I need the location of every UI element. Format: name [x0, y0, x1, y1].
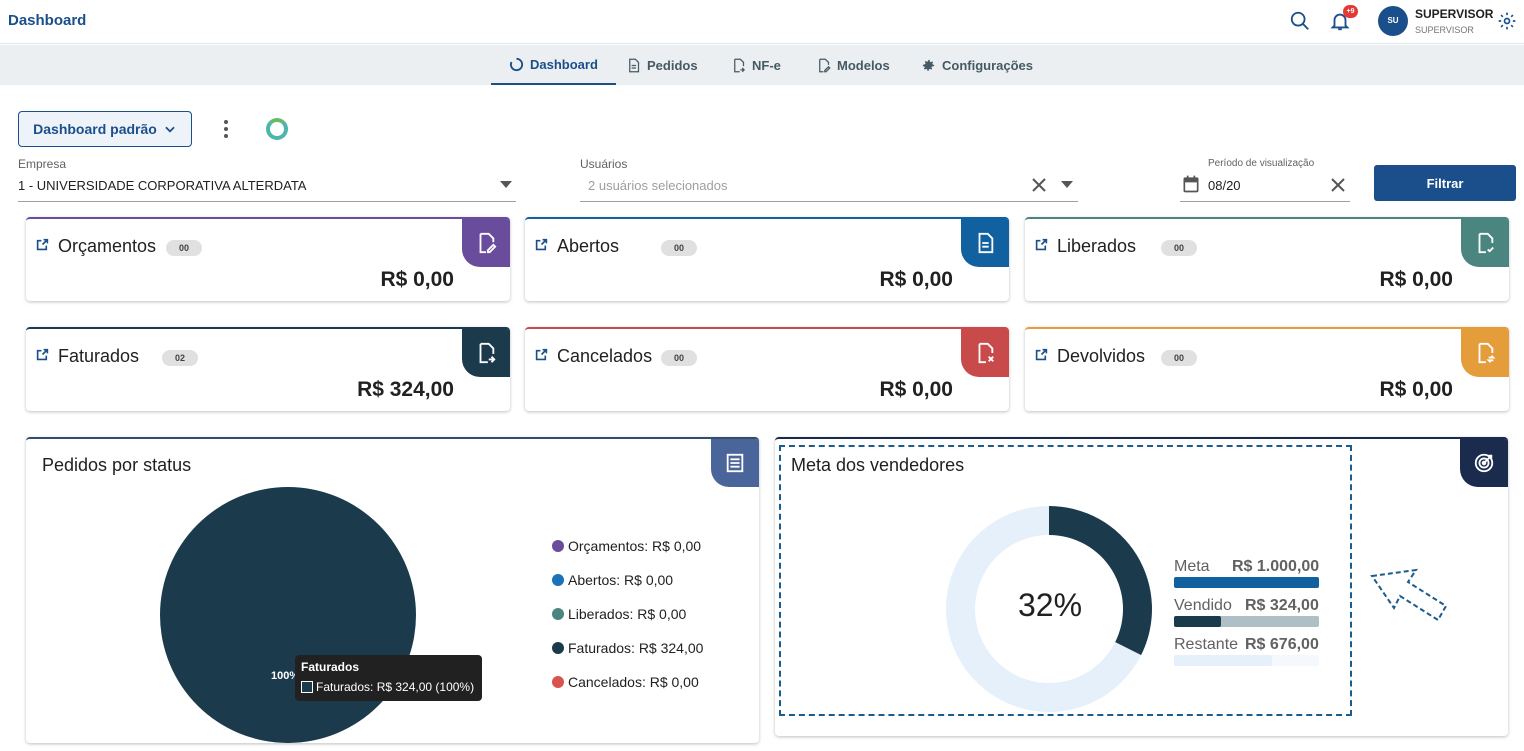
drag-arrow-icon [1370, 568, 1448, 622]
restante-bar-fill [1174, 655, 1273, 666]
meta-value: R$ 1.000,00 [1232, 558, 1320, 575]
meta-label: Meta [1174, 558, 1210, 575]
pie-slice-vendido[interactable] [1049, 506, 1152, 656]
restante-value: R$ 676,00 [1245, 636, 1319, 653]
restante-label: Restante [1174, 636, 1239, 653]
vendido-value: R$ 324,00 [1245, 597, 1319, 614]
vendido-label: Vendido [1174, 597, 1232, 614]
restante-bar-track [1174, 655, 1319, 666]
donut-percent-label: 32% [1017, 587, 1083, 623]
meta-bar [1174, 577, 1319, 588]
vendido-bar-track [1174, 616, 1319, 627]
vendido-bar-fill [1174, 616, 1221, 627]
